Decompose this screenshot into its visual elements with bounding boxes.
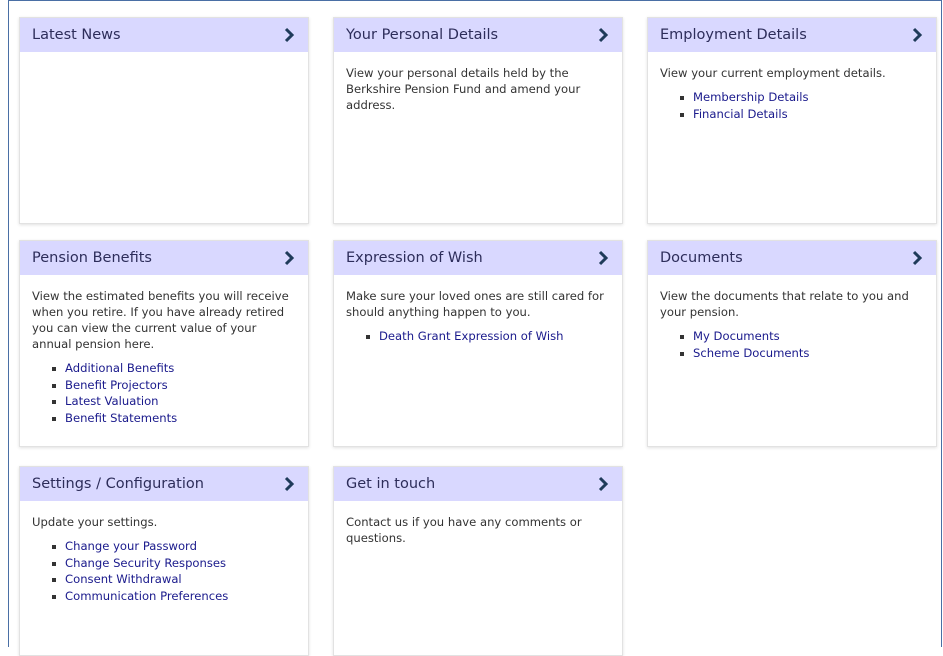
card-description: Contact us if you have any comments or q…: [346, 515, 582, 545]
list-item: Benefit Projectors: [52, 377, 296, 394]
card-body: View the documents that relate to you an…: [648, 275, 936, 361]
chevron-right-icon: [284, 27, 295, 43]
list-item: Consent Withdrawal: [52, 571, 296, 588]
card-latest-news: Latest News: [19, 17, 309, 224]
card-title: Pension Benefits: [32, 250, 152, 266]
card-header-documents[interactable]: Documents: [648, 241, 936, 275]
link-list: Membership Details Financial Details: [660, 89, 924, 122]
list-item: Membership Details: [680, 89, 924, 106]
chevron-right-icon: [598, 476, 609, 492]
card-body: Make sure your loved ones are still care…: [334, 275, 622, 345]
chevron-right-icon: [912, 27, 923, 43]
card-body: [20, 52, 308, 65]
card-description: Make sure your loved ones are still care…: [346, 289, 604, 319]
card-description: View the estimated benefits you will rec…: [32, 289, 289, 351]
chevron-right-icon: [912, 250, 923, 266]
card-body: View your personal details held by the B…: [334, 52, 622, 113]
death-grant-expression-of-wish-link[interactable]: Death Grant Expression of Wish: [379, 329, 563, 343]
list-item: Death Grant Expression of Wish: [366, 328, 610, 345]
additional-benefits-link[interactable]: Additional Benefits: [65, 361, 174, 375]
list-item: Financial Details: [680, 106, 924, 123]
list-item: Change your Password: [52, 538, 296, 555]
card-description: View your current employment details.: [660, 66, 886, 80]
card-header-get-in-touch[interactable]: Get in touch: [334, 467, 622, 501]
card-header-pension-benefits[interactable]: Pension Benefits: [20, 241, 308, 275]
benefit-projectors-link[interactable]: Benefit Projectors: [65, 378, 168, 392]
card-header-expression-of-wish[interactable]: Expression of Wish: [334, 241, 622, 275]
card-expression-of-wish: Expression of Wish Make sure your loved …: [333, 240, 623, 447]
card-body: Update your settings. Change your Passwo…: [20, 501, 308, 604]
list-item: Benefit Statements: [52, 410, 296, 427]
card-description: View the documents that relate to you an…: [660, 289, 909, 319]
card-header-personal-details[interactable]: Your Personal Details: [334, 18, 622, 52]
link-list: Additional Benefits Benefit Projectors L…: [32, 360, 296, 426]
card-title: Expression of Wish: [346, 250, 483, 266]
card-header-latest-news[interactable]: Latest News: [20, 18, 308, 52]
list-item: Scheme Documents: [680, 345, 924, 362]
link-list: My Documents Scheme Documents: [660, 328, 924, 361]
my-documents-link[interactable]: My Documents: [693, 329, 780, 343]
consent-withdrawal-link[interactable]: Consent Withdrawal: [65, 572, 182, 586]
card-title: Settings / Configuration: [32, 476, 204, 492]
scheme-documents-link[interactable]: Scheme Documents: [693, 346, 809, 360]
chevron-right-icon: [598, 250, 609, 266]
list-item: Communication Preferences: [52, 588, 296, 605]
card-employment-details: Employment Details View your current emp…: [647, 17, 937, 224]
financial-details-link[interactable]: Financial Details: [693, 107, 788, 121]
card-title: Your Personal Details: [346, 27, 499, 43]
card-title: Get in touch: [346, 476, 436, 492]
card-title: Employment Details: [660, 27, 807, 43]
card-title: Latest News: [32, 27, 121, 43]
card-get-in-touch: Get in touch Contact us if you have any …: [333, 466, 623, 656]
communication-preferences-link[interactable]: Communication Preferences: [65, 589, 228, 603]
list-item: Additional Benefits: [52, 360, 296, 377]
card-description: Update your settings.: [32, 515, 158, 529]
card-personal-details: Your Personal Details View your personal…: [333, 17, 623, 224]
card-header-employment-details[interactable]: Employment Details: [648, 18, 936, 52]
card-title: Documents: [660, 250, 743, 266]
list-item: My Documents: [680, 328, 924, 345]
membership-details-link[interactable]: Membership Details: [693, 90, 809, 104]
change-security-responses-link[interactable]: Change Security Responses: [65, 556, 226, 570]
link-list: Change your Password Change Security Res…: [32, 538, 296, 604]
list-item: Change Security Responses: [52, 555, 296, 572]
card-body: View your current employment details. Me…: [648, 52, 936, 122]
card-body: Contact us if you have any comments or q…: [334, 501, 622, 546]
card-description: View your personal details held by the B…: [346, 66, 581, 112]
card-documents: Documents View the documents that relate…: [647, 240, 937, 447]
latest-valuation-link[interactable]: Latest Valuation: [65, 394, 159, 408]
benefit-statements-link[interactable]: Benefit Statements: [65, 411, 177, 425]
card-body: View the estimated benefits you will rec…: [20, 275, 308, 426]
change-password-link[interactable]: Change your Password: [65, 539, 197, 553]
link-list: Death Grant Expression of Wish: [346, 328, 610, 345]
card-pension-benefits: Pension Benefits View the estimated bene…: [19, 240, 309, 447]
chevron-right-icon: [598, 27, 609, 43]
card-header-settings-configuration[interactable]: Settings / Configuration: [20, 467, 308, 501]
list-item: Latest Valuation: [52, 393, 296, 410]
card-settings-configuration: Settings / Configuration Update your set…: [19, 466, 309, 656]
chevron-right-icon: [284, 250, 295, 266]
chevron-right-icon: [284, 476, 295, 492]
